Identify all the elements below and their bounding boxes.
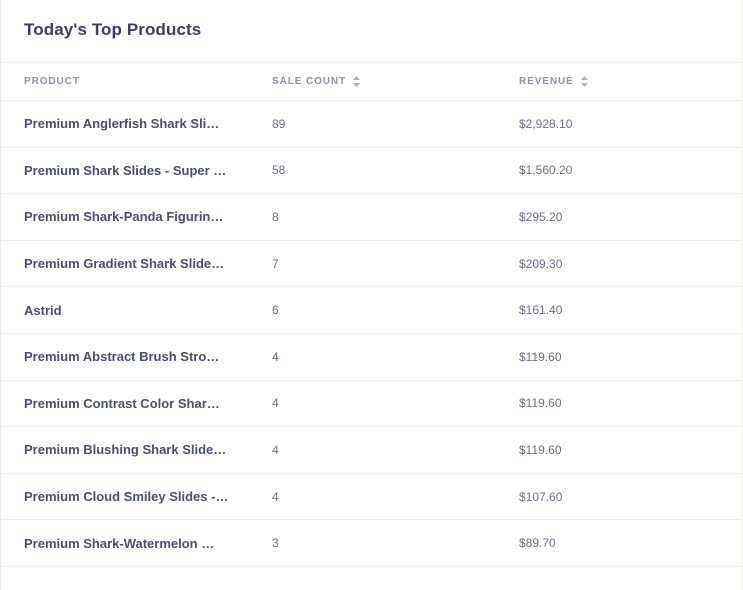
table-row[interactable]: Premium Gradient Shark Slide… 7 $209.30 — [1, 241, 742, 288]
revenue: $119.60 — [519, 349, 562, 364]
sale-count: 4 — [272, 489, 279, 504]
product-name: Premium Shark-Panda Figurin… — [24, 209, 224, 225]
product-name: Premium Contrast Color Shar… — [24, 395, 220, 411]
sale-count: 7 — [272, 256, 279, 271]
table-row[interactable]: Premium Contrast Color Shar… 4 $119.60 — [1, 381, 742, 428]
revenue: $295.20 — [519, 209, 563, 224]
sale-count: 4 — [272, 442, 279, 457]
sale-count: 58 — [272, 163, 286, 178]
revenue: $209.30 — [519, 256, 563, 271]
revenue: $2,928.10 — [519, 116, 573, 131]
product-name: Premium Blushing Shark Slide… — [24, 442, 227, 458]
table-row[interactable]: Astrid 6 $161.40 — [1, 287, 742, 334]
column-header-label: REVENUE — [519, 76, 574, 87]
product-name: Premium Abstract Brush Stro… — [24, 349, 220, 365]
top-products-table: PRODUCT SALE COUNT REVENUE Premium Angle… — [1, 63, 742, 567]
table-body: Premium Anglerfish Shark Sli… 89 $2,928.… — [1, 101, 742, 567]
product-name: Premium Gradient Shark Slide… — [24, 256, 225, 272]
revenue: $1,560.20 — [519, 163, 573, 178]
revenue: $107.60 — [519, 489, 563, 504]
column-header-product: PRODUCT — [1, 76, 249, 87]
column-header-label: PRODUCT — [24, 76, 80, 87]
product-name: Astrid — [24, 302, 62, 318]
sort-icon[interactable] — [353, 76, 360, 87]
revenue: $119.60 — [519, 396, 562, 411]
revenue: $119.60 — [519, 442, 562, 457]
sort-icon[interactable] — [580, 76, 588, 87]
sale-count: 4 — [272, 349, 279, 364]
table-row[interactable]: Premium Blushing Shark Slide… 4 $119.60 — [1, 427, 742, 474]
card-title: Today's Top Products — [24, 20, 202, 39]
sale-count: 89 — [272, 116, 286, 131]
table-row[interactable]: Premium Anglerfish Shark Sli… 89 $2,928.… — [1, 101, 742, 148]
sale-count: 3 — [272, 536, 279, 551]
table-row[interactable]: Premium Abstract Brush Stro… 4 $119.60 — [1, 334, 742, 381]
table-row[interactable]: Premium Shark Slides - Super … 58 $1,560… — [1, 148, 742, 195]
table-header: PRODUCT SALE COUNT REVENUE — [1, 63, 742, 101]
product-name: Premium Anglerfish Shark Sli… — [24, 116, 220, 132]
product-name: Premium Shark Slides - Super … — [24, 162, 227, 178]
column-header-sale-count[interactable]: SALE COUNT — [249, 76, 496, 87]
revenue: $161.40 — [519, 303, 563, 318]
sale-count: 6 — [272, 303, 279, 318]
table-row[interactable]: Premium Shark-Watermelon … 3 $89.70 — [1, 520, 742, 567]
column-header-label: SALE COUNT — [272, 76, 346, 87]
card-header: Today's Top Products — [1, 0, 742, 63]
sale-count: 4 — [272, 396, 279, 411]
sale-count: 8 — [272, 209, 279, 224]
column-header-revenue[interactable]: REVENUE — [496, 76, 742, 87]
top-products-card: Today's Top Products PRODUCT SALE COUNT … — [0, 0, 743, 590]
revenue: $89.70 — [519, 536, 556, 551]
product-name: Premium Cloud Smiley Slides -… — [24, 489, 229, 505]
product-name: Premium Shark-Watermelon … — [24, 535, 215, 551]
table-row[interactable]: Premium Cloud Smiley Slides -… 4 $107.60 — [1, 474, 742, 521]
table-row[interactable]: Premium Shark-Panda Figurin… 8 $295.20 — [1, 194, 742, 241]
